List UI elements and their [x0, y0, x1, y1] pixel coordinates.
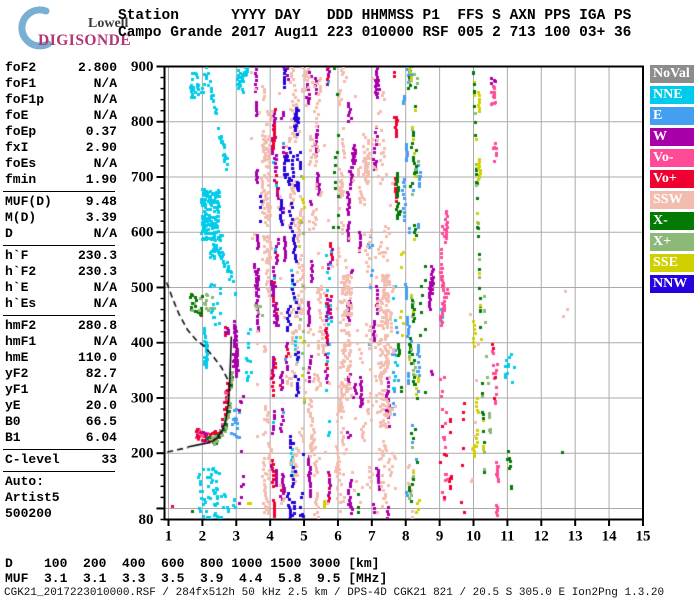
y-tick-label: 900 [131, 59, 154, 75]
footer-fileinfo: CGK21_2017223010000.RSF / 284fx512h 50 k… [4, 587, 665, 599]
x-tick-label: 3 [233, 529, 241, 545]
x-tick-label: 1 [165, 529, 173, 545]
x-tick-label: 2 [199, 529, 207, 545]
x-tick-label: 5 [300, 529, 308, 545]
distance-row: D 100 200 400 600 800 1000 1500 3000 [km… [5, 556, 380, 571]
legend-item-nne: NNE [650, 86, 694, 104]
ionogram-scatter-canvas [165, 67, 643, 519]
x-tick-label: 13 [568, 529, 583, 545]
legend-item-vo: Vo+ [650, 170, 694, 188]
legend-item-ssw: SSW [650, 191, 694, 209]
legend-item-e: E [650, 107, 694, 125]
y-tick-label: 80 [139, 512, 154, 528]
x-tick-label: 4 [266, 529, 274, 545]
y-tick-label: 200 [131, 446, 154, 462]
x-tick-label: 12 [534, 529, 549, 545]
legend-item-nnw: NNW [650, 275, 694, 293]
y-tick-label: 800 [131, 114, 154, 130]
direction-legend: NoVal NNE E W Vo- Vo+ SSW X- X+ SSE NNW [650, 65, 694, 296]
x-tick-label: 11 [500, 529, 514, 545]
digisonde-ionogram-window: Lowell DIGISONDE Station YYYY DAY DDD HH… [0, 0, 700, 600]
x-tick-label: 15 [635, 529, 650, 545]
x-tick-label: 14 [602, 529, 618, 545]
y-tick-label: 600 [131, 225, 154, 241]
x-tick-label: 8 [402, 529, 410, 545]
x-tick-label: 10 [466, 529, 481, 545]
legend-item-sse: SSE [650, 254, 694, 272]
y-tick-label: 400 [131, 335, 154, 351]
legend-item-x: X- [650, 212, 694, 230]
y-tick-label: 700 [131, 169, 154, 185]
y-tick-label: 300 [131, 390, 154, 406]
x-tick-label: 6 [334, 529, 342, 545]
legend-item-vo: Vo- [650, 149, 694, 167]
muf-row: MUF 3.1 3.1 3.3 3.5 3.9 4.4 5.8 9.5 [MHz… [5, 571, 388, 586]
legend-item-w: W [650, 128, 694, 146]
y-tick-label: 500 [131, 280, 154, 296]
x-tick-label: 9 [436, 529, 444, 545]
legend-item-noval: NoVal [650, 65, 694, 83]
legend-item-x: X+ [650, 233, 694, 251]
x-tick-label: 7 [368, 529, 376, 545]
